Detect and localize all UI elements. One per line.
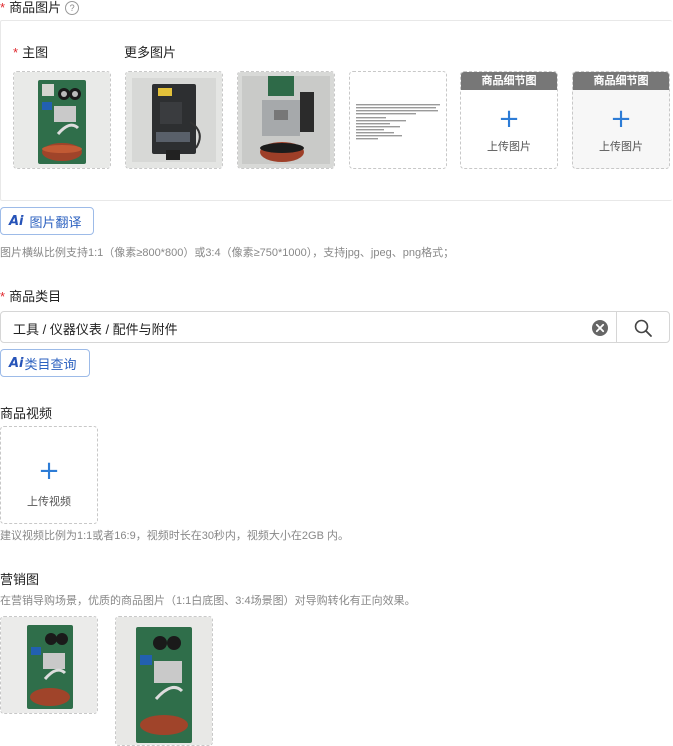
video-upload-tile[interactable]: + 上传视频 [0,426,98,524]
marketing-hint: 在营销导购场景，优质的商品图片（1:1白底图、3:4场景图）对导购转化有正向效果… [0,595,416,607]
upload-video-label: 上传视频 [27,496,71,508]
category-value: 工具 / 仪器仪表 / 配件与附件 [13,322,178,337]
image-format-hint: 图片横纵比例支持1:1（像素≥800*800）或3:4（像素≥750*1000）… [0,247,455,259]
pcb-board-photo [14,72,110,168]
help-icon[interactable]: ? [65,1,80,15]
more-image-tile-1[interactable] [125,71,223,169]
plus-icon: + [498,104,520,134]
video-section-title: 商品视频 [0,406,53,421]
upload-image-label: 上传图片 [487,141,531,153]
detail-image-upload-2[interactable]: 商品细节图 + 上传图片 [572,71,670,169]
ai-logo-icon: Ai [9,355,24,371]
detail-image-header: 商品细节图 [461,72,557,90]
pcb-board-photo [116,617,212,745]
marketing-section-title: 营销图 [0,572,40,587]
ai-category-query-button[interactable]: Ai 类目查询 [0,349,90,377]
required-mark: * [0,289,6,304]
document-text-photo [350,72,446,168]
ai-logo-icon: Ai [9,213,24,229]
search-icon[interactable] [633,318,653,338]
pcb-board-photo [1,617,97,713]
video-hint: 建议视频比例为1:1或者16:9，视频时长在30秒内，视频大小在2GB 内。 [0,530,350,542]
plus-icon: + [610,104,632,134]
pcb-board-photo [238,72,334,168]
divider [616,312,617,342]
required-mark: * [13,45,19,60]
clear-icon[interactable] [591,319,609,337]
ai-image-translate-button[interactable]: Ai 图片翻译 [0,207,94,235]
more-image-tile-3[interactable] [349,71,447,169]
detail-image-header: 商品细节图 [573,72,669,90]
marketing-image-white-bg[interactable] [0,616,98,714]
detail-image-upload-1[interactable]: 商品细节图 + 上传图片 [460,71,558,169]
plus-icon: + [38,456,60,486]
more-images-label: 更多图片 [124,45,177,60]
main-image-tile[interactable] [13,71,111,169]
pcb-board-photo [126,72,222,168]
category-select[interactable]: 工具 / 仪器仪表 / 配件与附件 [0,311,670,343]
more-image-tile-2[interactable] [237,71,335,169]
images-section-title: * 商品图片? [0,0,80,16]
marketing-image-scene[interactable] [115,616,213,746]
upload-image-label: 上传图片 [599,141,643,153]
required-mark: * [0,0,6,15]
category-section-title: * 商品类目 [0,289,62,304]
main-image-label: * 主图 [13,45,49,60]
